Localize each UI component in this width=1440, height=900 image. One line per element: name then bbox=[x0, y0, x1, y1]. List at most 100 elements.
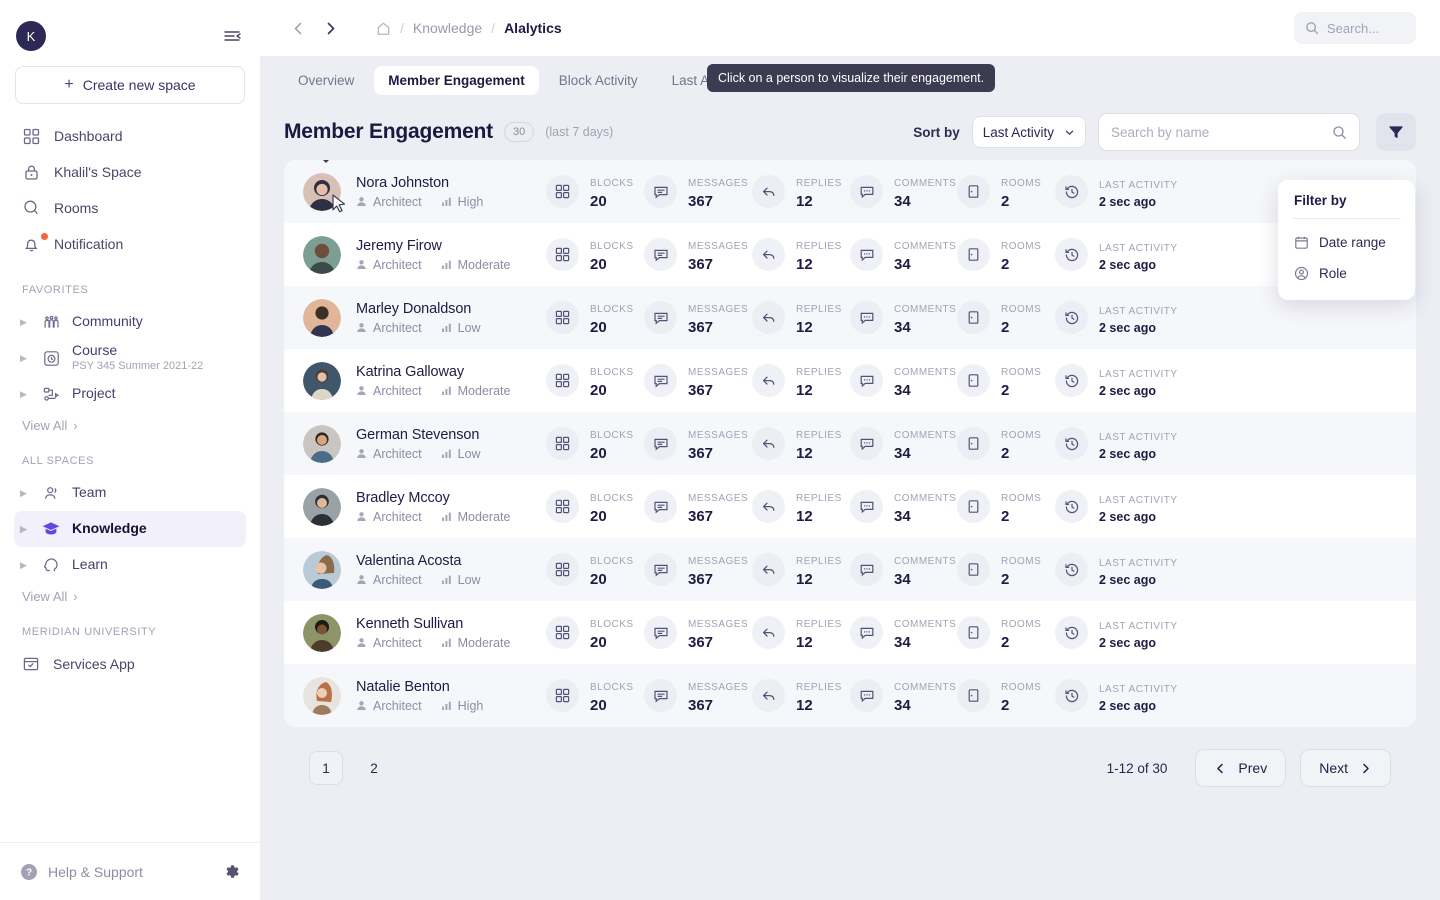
favorites-view-all-link[interactable]: View All › bbox=[22, 418, 260, 433]
stat-value: 367 bbox=[688, 382, 748, 399]
stat-label: COMMENTS bbox=[894, 241, 956, 252]
member-name: Bradley Mccoy bbox=[356, 490, 546, 506]
head-icon bbox=[40, 554, 62, 576]
stat-last-activity: LAST ACTIVITY2 sec ago bbox=[1055, 616, 1185, 650]
chevron-right-icon[interactable]: ▶ bbox=[20, 525, 30, 534]
stat-comments: COMMENTS34 bbox=[850, 236, 957, 273]
search-icon[interactable] bbox=[1332, 125, 1347, 140]
table-row[interactable]: Jeremy Firow Architect Moderate BLOCKS20 bbox=[284, 223, 1416, 286]
main-area: / Knowledge / Alalytics Search... Overvi… bbox=[260, 0, 1440, 900]
sidebar-item-notification[interactable]: Notification bbox=[15, 226, 245, 262]
breadcrumb-separator: / bbox=[400, 20, 404, 36]
create-new-space-button[interactable]: + Create new space bbox=[15, 66, 245, 104]
filter-button[interactable] bbox=[1376, 113, 1416, 151]
stat-value: 2 sec ago bbox=[1099, 636, 1178, 650]
person-icon bbox=[356, 574, 367, 585]
favorites-section-label: FAVORITES bbox=[22, 284, 238, 296]
stat-messages: MESSAGES367 bbox=[644, 425, 752, 462]
stat-value: 12 bbox=[796, 634, 842, 651]
chevron-right-icon[interactable]: ▶ bbox=[20, 561, 30, 570]
sidebar-item-rooms[interactable]: Rooms bbox=[15, 190, 245, 226]
stat-label: REPLIES bbox=[796, 304, 842, 315]
table-row[interactable]: Marley Donaldson Architect Low BLOCKS20 bbox=[284, 286, 1416, 349]
all-spaces-view-all-link[interactable]: View All › bbox=[22, 589, 260, 604]
table-row[interactable]: Bradley Mccoy Architect Moderate BLOCKS2… bbox=[284, 475, 1416, 538]
member-info: Marley Donaldson Architect Low bbox=[356, 301, 546, 335]
sidebar-item-course[interactable]: ▶ Course PSY 345 Summer 2021-22 bbox=[14, 340, 246, 376]
stat-blocks: BLOCKS20 bbox=[546, 488, 644, 525]
stat-value: 34 bbox=[894, 193, 956, 210]
chevron-right-icon[interactable]: ▶ bbox=[20, 354, 30, 363]
sidebar-item-knowledge[interactable]: ▶ Knowledge bbox=[14, 511, 246, 547]
filter-menu-item-date-range[interactable]: Date range bbox=[1278, 227, 1415, 258]
stat-replies: REPLIES12 bbox=[752, 236, 850, 273]
help-and-support-button[interactable]: ? Help & Support bbox=[20, 863, 143, 881]
sort-by-value: Last Activity bbox=[983, 125, 1054, 140]
member-role: Architect bbox=[373, 636, 422, 650]
sidebar-item-community[interactable]: ▶ Community bbox=[14, 304, 246, 340]
sidebar-item-team[interactable]: ▶ Team bbox=[14, 475, 246, 511]
sidebar-item-project[interactable]: ▶ Project bbox=[14, 376, 246, 412]
search-input[interactable] bbox=[1111, 125, 1332, 140]
nav-forward-button[interactable] bbox=[316, 14, 344, 42]
chevron-right-icon[interactable]: ▶ bbox=[20, 489, 30, 498]
stat-replies: REPLIES12 bbox=[752, 488, 850, 525]
stat-label: BLOCKS bbox=[590, 430, 634, 441]
table-row[interactable]: Natalie Benton Architect High BLOCKS20 bbox=[284, 664, 1416, 727]
member-meta: Architect Low bbox=[356, 321, 546, 335]
tab-block-activity[interactable]: Block Activity bbox=[545, 66, 652, 95]
filter-menu-item-role[interactable]: Role bbox=[1278, 258, 1415, 289]
stat-value: 2 sec ago bbox=[1099, 573, 1178, 587]
stat-value: 12 bbox=[796, 571, 842, 588]
stat-label: REPLIES bbox=[796, 493, 842, 504]
sidebar-item-dashboard[interactable]: Dashboard bbox=[15, 118, 245, 154]
sidebar-label: Dashboard bbox=[54, 128, 123, 144]
collapse-sidebar-icon[interactable] bbox=[220, 24, 244, 48]
sidebar-label: Project bbox=[72, 385, 116, 403]
gear-icon[interactable] bbox=[223, 863, 240, 880]
person-icon bbox=[356, 196, 367, 207]
user-avatar[interactable]: K bbox=[16, 21, 46, 51]
rooms-icon bbox=[957, 616, 990, 649]
table-row[interactable]: Nora Johnston Architect High BLOCKS20 bbox=[284, 160, 1416, 223]
search-by-name-box[interactable] bbox=[1098, 113, 1360, 151]
table-row[interactable]: Valentina Acosta Architect Low BLOCKS20 bbox=[284, 538, 1416, 601]
page-button-1[interactable]: 1 bbox=[309, 751, 343, 785]
member-meta: Architect Moderate bbox=[356, 384, 546, 398]
sidebar-item-services-app[interactable]: Services App bbox=[14, 646, 245, 682]
prev-label: Prev bbox=[1238, 760, 1267, 776]
sidebar-label: Services App bbox=[53, 656, 135, 672]
sort-by-select[interactable]: Last Activity bbox=[972, 116, 1086, 148]
prev-page-button[interactable]: Prev bbox=[1195, 749, 1286, 787]
global-search-button[interactable]: Search... bbox=[1294, 12, 1416, 44]
breadcrumb-knowledge[interactable]: Knowledge bbox=[413, 20, 482, 36]
member-info: Kenneth Sullivan Architect Moderate bbox=[356, 616, 546, 650]
table-row[interactable]: Katrina Galloway Architect Moderate BLOC… bbox=[284, 349, 1416, 412]
stat-last-activity: LAST ACTIVITY2 sec ago bbox=[1055, 364, 1185, 398]
nav-back-button[interactable] bbox=[284, 14, 312, 42]
engagement-bars-icon bbox=[441, 322, 452, 333]
chevron-right-icon[interactable]: ▶ bbox=[20, 390, 30, 399]
mouse-cursor-icon bbox=[332, 194, 347, 214]
avatar bbox=[303, 299, 341, 337]
chevron-right-icon[interactable]: ▶ bbox=[20, 318, 30, 327]
stat-blocks: BLOCKS20 bbox=[546, 551, 644, 588]
comments-icon bbox=[850, 364, 883, 397]
member-role: Architect bbox=[373, 384, 422, 398]
stat-label: BLOCKS bbox=[590, 367, 634, 378]
page-button-2[interactable]: 2 bbox=[357, 751, 391, 785]
table-row[interactable]: German Stevenson Architect Low BLOCKS20 bbox=[284, 412, 1416, 475]
next-page-button[interactable]: Next bbox=[1300, 749, 1391, 787]
sidebar-item-learn[interactable]: ▶ Learn bbox=[14, 547, 246, 583]
messages-icon bbox=[644, 175, 677, 208]
stat-label: LAST ACTIVITY bbox=[1099, 243, 1178, 254]
tab-member-engagement[interactable]: Member Engagement bbox=[374, 66, 539, 95]
table-row[interactable]: Kenneth Sullivan Architect Moderate BLOC… bbox=[284, 601, 1416, 664]
stat-label: LAST ACTIVITY bbox=[1099, 369, 1178, 380]
tab-overview[interactable]: Overview bbox=[284, 66, 368, 95]
person-icon bbox=[356, 385, 367, 396]
sidebar-item-khalils-space[interactable]: Khalil's Space bbox=[15, 154, 245, 190]
stat-label: MESSAGES bbox=[688, 304, 748, 315]
view-all-label: View All bbox=[22, 589, 67, 604]
home-icon[interactable] bbox=[376, 21, 391, 36]
